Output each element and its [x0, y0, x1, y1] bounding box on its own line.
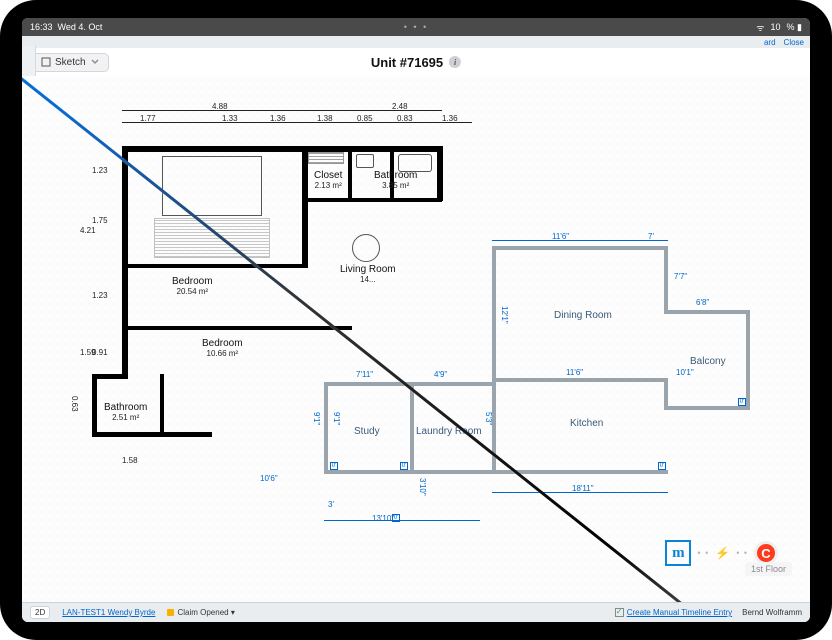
dimB: 9'1"	[332, 412, 341, 425]
window-controls-strip: ard Close	[22, 36, 810, 48]
connector-dots-icon: • •	[736, 548, 748, 558]
dim: 0.91	[92, 348, 108, 357]
checkbox-icon	[615, 608, 624, 617]
sketch-label: Sketch	[55, 57, 86, 68]
battery-icon: % ▮	[787, 22, 802, 33]
window-close-button[interactable]: Close	[784, 38, 804, 47]
dimB: 3'10"	[418, 478, 427, 496]
app-header: Sketch Unit #71695 i	[22, 48, 810, 76]
closet-shelf-icon	[308, 152, 344, 164]
dimB: 11'6"	[566, 368, 583, 377]
bathtub-icon	[398, 154, 432, 172]
footer-bar: 2D LAN-TEST1 Wendy Byrde Claim Opened ▾ …	[22, 602, 810, 622]
logo-m-icon: m	[665, 540, 691, 566]
dimB: 10'1"	[676, 368, 694, 377]
dim: 4.21	[80, 226, 96, 235]
dim: 1.58	[122, 456, 138, 465]
room-bedroom2: Bedroom10.66 m²	[202, 338, 243, 358]
dimB: 3'	[328, 500, 334, 509]
clock: 16:33	[30, 22, 53, 32]
room-laundry: Laundry Room	[416, 426, 482, 437]
status-bar: 16:33 Wed 4. Oct • • • ᯤ 10 % ▮	[22, 18, 810, 36]
bed-icon	[162, 156, 262, 216]
window-btn-1[interactable]: ard	[764, 38, 776, 47]
wifi-icon: ᯤ	[756, 21, 764, 34]
sink-icon	[356, 154, 374, 168]
dimB: 10'6"	[260, 474, 278, 483]
rug-icon	[154, 218, 270, 258]
dimB: 7'11"	[356, 370, 373, 379]
bolt-icon: ⚡	[715, 546, 730, 560]
connector-dots-icon: • •	[697, 548, 709, 558]
corner-marker: 0'	[738, 398, 746, 406]
dimB: 4'9"	[434, 370, 447, 379]
user-name[interactable]: Bernd Wolframm	[742, 608, 802, 617]
sketch-mode-button[interactable]: Sketch	[32, 53, 109, 72]
corner-marker: 0'	[392, 514, 400, 522]
room-kitchen: Kitchen	[570, 418, 603, 429]
room-balcony: Balcony	[690, 356, 726, 367]
timeline-entry-link[interactable]: Create Manual Timeline Entry	[615, 608, 732, 617]
room-dining: Dining Room	[554, 310, 612, 321]
project-link[interactable]: LAN-TEST1 Wendy Byrde	[62, 608, 155, 617]
floor-indicator[interactable]: 1st Floor	[745, 562, 792, 576]
dimB: 5'3"	[484, 412, 493, 425]
drawing-canvas[interactable]: 1.77 4.88 1.33 1.36 1.38 0.85 2.48 0.83 …	[22, 76, 810, 602]
dimB: 12'1"	[500, 306, 509, 324]
room-study: Study	[354, 426, 380, 437]
claim-status[interactable]: Claim Opened ▾	[167, 608, 234, 617]
dim: 1.23	[92, 291, 108, 300]
statusbar-date: Wed 4. Oct	[58, 22, 103, 32]
sketch-icon	[41, 57, 51, 67]
title-text: Unit #71695	[371, 55, 443, 70]
room-closet: Closet2.13 m²	[314, 170, 342, 190]
room-bath2: Bathroom2.51 m²	[104, 402, 147, 422]
chevron-down-icon	[90, 57, 100, 67]
dim: 0.63	[70, 396, 79, 412]
room-bath1: Bathroom3.85 m²	[374, 170, 417, 190]
dimB: 7'7"	[674, 272, 687, 281]
info-icon[interactable]: i	[449, 56, 461, 68]
dimB: 9'1"	[312, 412, 321, 425]
battery-pct: 10	[771, 22, 781, 32]
corner-marker: 0'	[658, 462, 666, 470]
multitask-dots-icon: • • •	[404, 22, 428, 32]
dimB: 13'10"	[372, 514, 394, 523]
corner-marker: 0'	[330, 462, 338, 470]
dim: 1.23	[92, 166, 108, 175]
screen: 16:33 Wed 4. Oct • • • ᯤ 10 % ▮ ard Close…	[22, 18, 810, 622]
corner-marker: 0'	[400, 462, 408, 470]
tablet-frame: 16:33 Wed 4. Oct • • • ᯤ 10 % ▮ ard Close…	[0, 0, 832, 640]
dim: 1.75	[92, 216, 108, 225]
view-2d-tab[interactable]: 2D	[30, 606, 50, 619]
page-title: Unit #71695 i	[371, 55, 461, 70]
dimB: 6'8"	[696, 298, 709, 307]
floorplan-b: 11'6" 7' 7'7" 12'1" 6'8" 11'6" 10'1" 18'…	[282, 206, 772, 566]
room-bedroom1: Bedroom20.54 m²	[172, 276, 213, 296]
